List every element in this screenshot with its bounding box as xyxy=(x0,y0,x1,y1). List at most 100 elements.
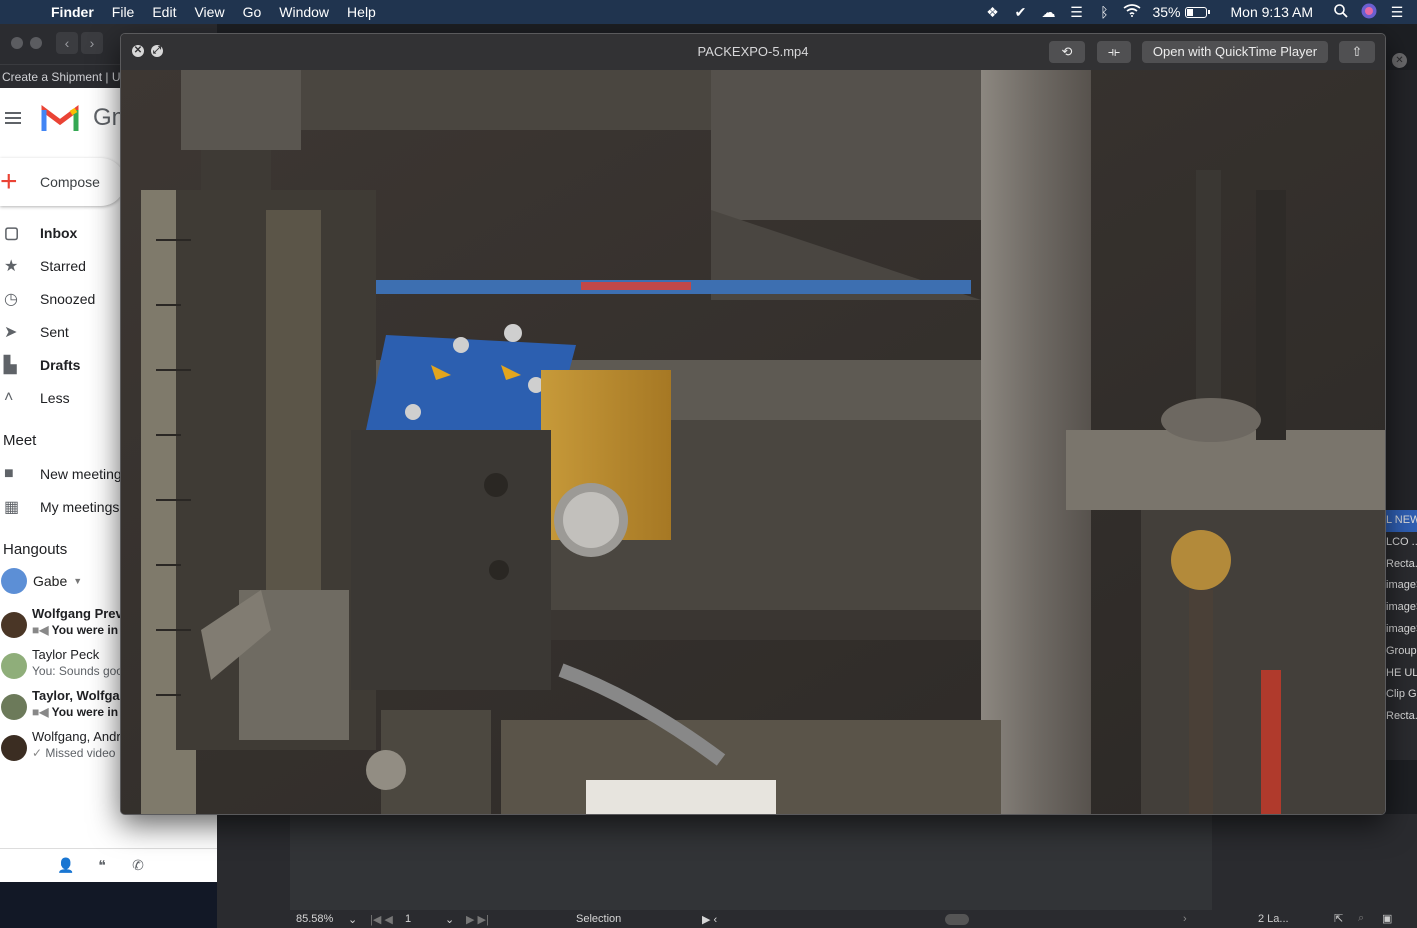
nav-label: Starred xyxy=(40,257,86,274)
menu-window[interactable]: Window xyxy=(270,4,338,20)
chevron-down-icon[interactable]: ⌄ xyxy=(348,913,357,926)
avatar xyxy=(1,694,27,720)
window-minimize-dot[interactable] xyxy=(30,37,42,49)
quicklook-titlebar: ✕ ⤢ PACKEXPO-5.mp4 ⟲ ⟛ Open with QuickTi… xyxy=(121,34,1385,70)
inbox-icon: ▢ xyxy=(4,224,20,242)
last-page-icon[interactable]: ▶ ▶| xyxy=(466,913,489,926)
chevron-down-icon: ▼ xyxy=(73,576,83,586)
star-icon: ★ xyxy=(4,257,19,275)
menu-file[interactable]: File xyxy=(103,4,144,20)
nav-label: Less xyxy=(40,389,70,406)
menu-clock[interactable]: Mon 9:13 AM xyxy=(1217,4,1328,20)
status-area: ❖ ✔ ☁ ☰ ᛒ 35% Mon 9:13 AM ☰ xyxy=(978,0,1417,24)
chat-name: Wolfgang, Andr xyxy=(32,729,121,744)
forward-arrow-icon[interactable]: › xyxy=(81,32,103,54)
dropbox-icon[interactable]: ❖ xyxy=(978,4,1006,21)
avatar xyxy=(1,568,27,594)
chat-preview: ■◀ You were in a xyxy=(32,705,129,719)
hangouts-footer: 👤 ❝ ✆ xyxy=(0,848,217,882)
checkmark-app-icon[interactable]: ✔ xyxy=(1006,4,1034,21)
video-icon: ■◀ xyxy=(32,623,52,637)
share-icon[interactable]: ⇧ xyxy=(1339,41,1375,63)
close-icon[interactable]: ✕ xyxy=(1392,53,1407,68)
battery-icon[interactable] xyxy=(1184,6,1210,18)
nav-label: Inbox xyxy=(40,224,78,241)
video-still-image xyxy=(121,70,1385,814)
phone-icon[interactable]: ✆ xyxy=(120,857,156,874)
wifi-icon[interactable] xyxy=(1118,4,1146,20)
avatar xyxy=(1,612,27,638)
calendar-icon: ▦ xyxy=(4,498,20,516)
video-icon: ■ xyxy=(4,464,14,482)
layer-row[interactable]: HE ULT xyxy=(1386,663,1417,685)
layer-row[interactable]: Recta.. xyxy=(1386,706,1417,728)
chevron-down-icon[interactable]: ⌄ xyxy=(445,913,454,926)
trim-icon[interactable]: ⟛ xyxy=(1097,41,1131,63)
search-icon[interactable]: ⌕ xyxy=(1358,912,1364,925)
plus-icon: + xyxy=(0,165,18,198)
menu-bar: Finder File Edit View Go Window Help ❖ ✔… xyxy=(0,0,1417,24)
page-number[interactable]: 1 xyxy=(405,913,411,925)
notification-center-icon[interactable]: ☰ xyxy=(1383,4,1411,21)
send-icon: ➤ xyxy=(4,323,18,341)
battery-percent: 35% xyxy=(1152,4,1181,20)
chat-preview: You: Sounds good xyxy=(32,664,130,678)
chat-preview: ■◀ You were in a xyxy=(32,623,129,637)
horizontal-scrollbar-thumb[interactable] xyxy=(945,914,969,925)
menu-app-name[interactable]: Finder xyxy=(42,4,103,20)
chat-name: Wolfgang Prev xyxy=(32,606,123,621)
menu-edit[interactable]: Edit xyxy=(143,4,185,20)
chat-name: Taylor Peck xyxy=(32,647,100,662)
chevron-up-icon: ˄ xyxy=(4,388,14,406)
clock-icon: ◷ xyxy=(4,290,18,308)
layer-row[interactable]: Group> xyxy=(1386,641,1417,663)
video-frame[interactable] xyxy=(121,70,1385,814)
gmail-logo-icon[interactable] xyxy=(41,104,79,132)
missed-video-icon: ✓ xyxy=(32,746,46,760)
layer-row[interactable]: LCO .. xyxy=(1386,532,1417,554)
rotate-icon[interactable]: ⟲ xyxy=(1049,41,1085,63)
layer-row[interactable]: Clip G. xyxy=(1386,684,1417,706)
bluetooth-icon[interactable]: ᛒ xyxy=(1090,4,1118,20)
stack-icon[interactable]: ☰ xyxy=(1062,4,1090,21)
menu-view[interactable]: View xyxy=(185,4,233,20)
background-app-canvas xyxy=(290,814,1212,910)
chat-preview: ✓ Missed video xyxy=(32,746,116,760)
person-icon[interactable]: 👤 xyxy=(48,857,84,874)
zoom-level[interactable]: 85.58% xyxy=(296,913,333,925)
main-menu-icon[interactable] xyxy=(5,112,21,124)
layer-row[interactable]: L NEW xyxy=(1386,510,1417,532)
siri-icon[interactable] xyxy=(1355,3,1383,22)
video-icon: ■◀ xyxy=(32,705,52,719)
menu-go[interactable]: Go xyxy=(234,4,271,20)
new-layer-icon[interactable]: ▣ xyxy=(1382,912,1392,925)
nav-label: Sent xyxy=(40,323,69,340)
avatar xyxy=(1,653,27,679)
background-layers-list: L NEW LCO .. Recta.. image> image> image… xyxy=(1386,510,1417,760)
background-layers-panel xyxy=(1386,70,1417,510)
avatar xyxy=(1,735,27,761)
background-app-statusbar: 85.58% ⌄ |◀ ◀ 1 ⌄ ▶ ▶| Selection ▶ ‹ › xyxy=(290,910,1202,928)
meet-label: New meeting xyxy=(40,465,122,482)
compose-button[interactable]: + Compose xyxy=(0,158,125,206)
scroll-right-icon[interactable]: › xyxy=(1183,913,1187,925)
layer-row[interactable]: Recta.. xyxy=(1386,554,1417,576)
compose-label: Compose xyxy=(40,174,100,190)
cloud-icon[interactable]: ☁ xyxy=(1034,4,1062,21)
draft-icon: ▙ xyxy=(4,356,17,374)
nav-label: Snoozed xyxy=(40,290,96,307)
layer-row[interactable]: image> xyxy=(1386,597,1417,619)
quicklook-window: ✕ ⤢ PACKEXPO-5.mp4 ⟲ ⟛ Open with QuickTi… xyxy=(120,33,1386,815)
meet-label: My meetings xyxy=(40,498,120,515)
hangouts-chat-icon[interactable]: ❝ xyxy=(84,857,120,874)
play-icon[interactable]: ▶ ‹ xyxy=(702,913,717,926)
open-with-quicktime-button[interactable]: Open with QuickTime Player xyxy=(1142,41,1328,63)
spotlight-search-icon[interactable] xyxy=(1327,3,1355,21)
menu-help[interactable]: Help xyxy=(338,4,385,20)
layer-row[interactable]: image> xyxy=(1386,619,1417,641)
first-page-icon[interactable]: |◀ ◀ xyxy=(370,913,393,926)
back-arrow-icon[interactable]: ‹ xyxy=(56,32,78,54)
layer-row[interactable]: image> xyxy=(1386,575,1417,597)
window-close-dot[interactable] xyxy=(11,37,23,49)
export-icon[interactable]: ⇱ xyxy=(1334,912,1343,925)
